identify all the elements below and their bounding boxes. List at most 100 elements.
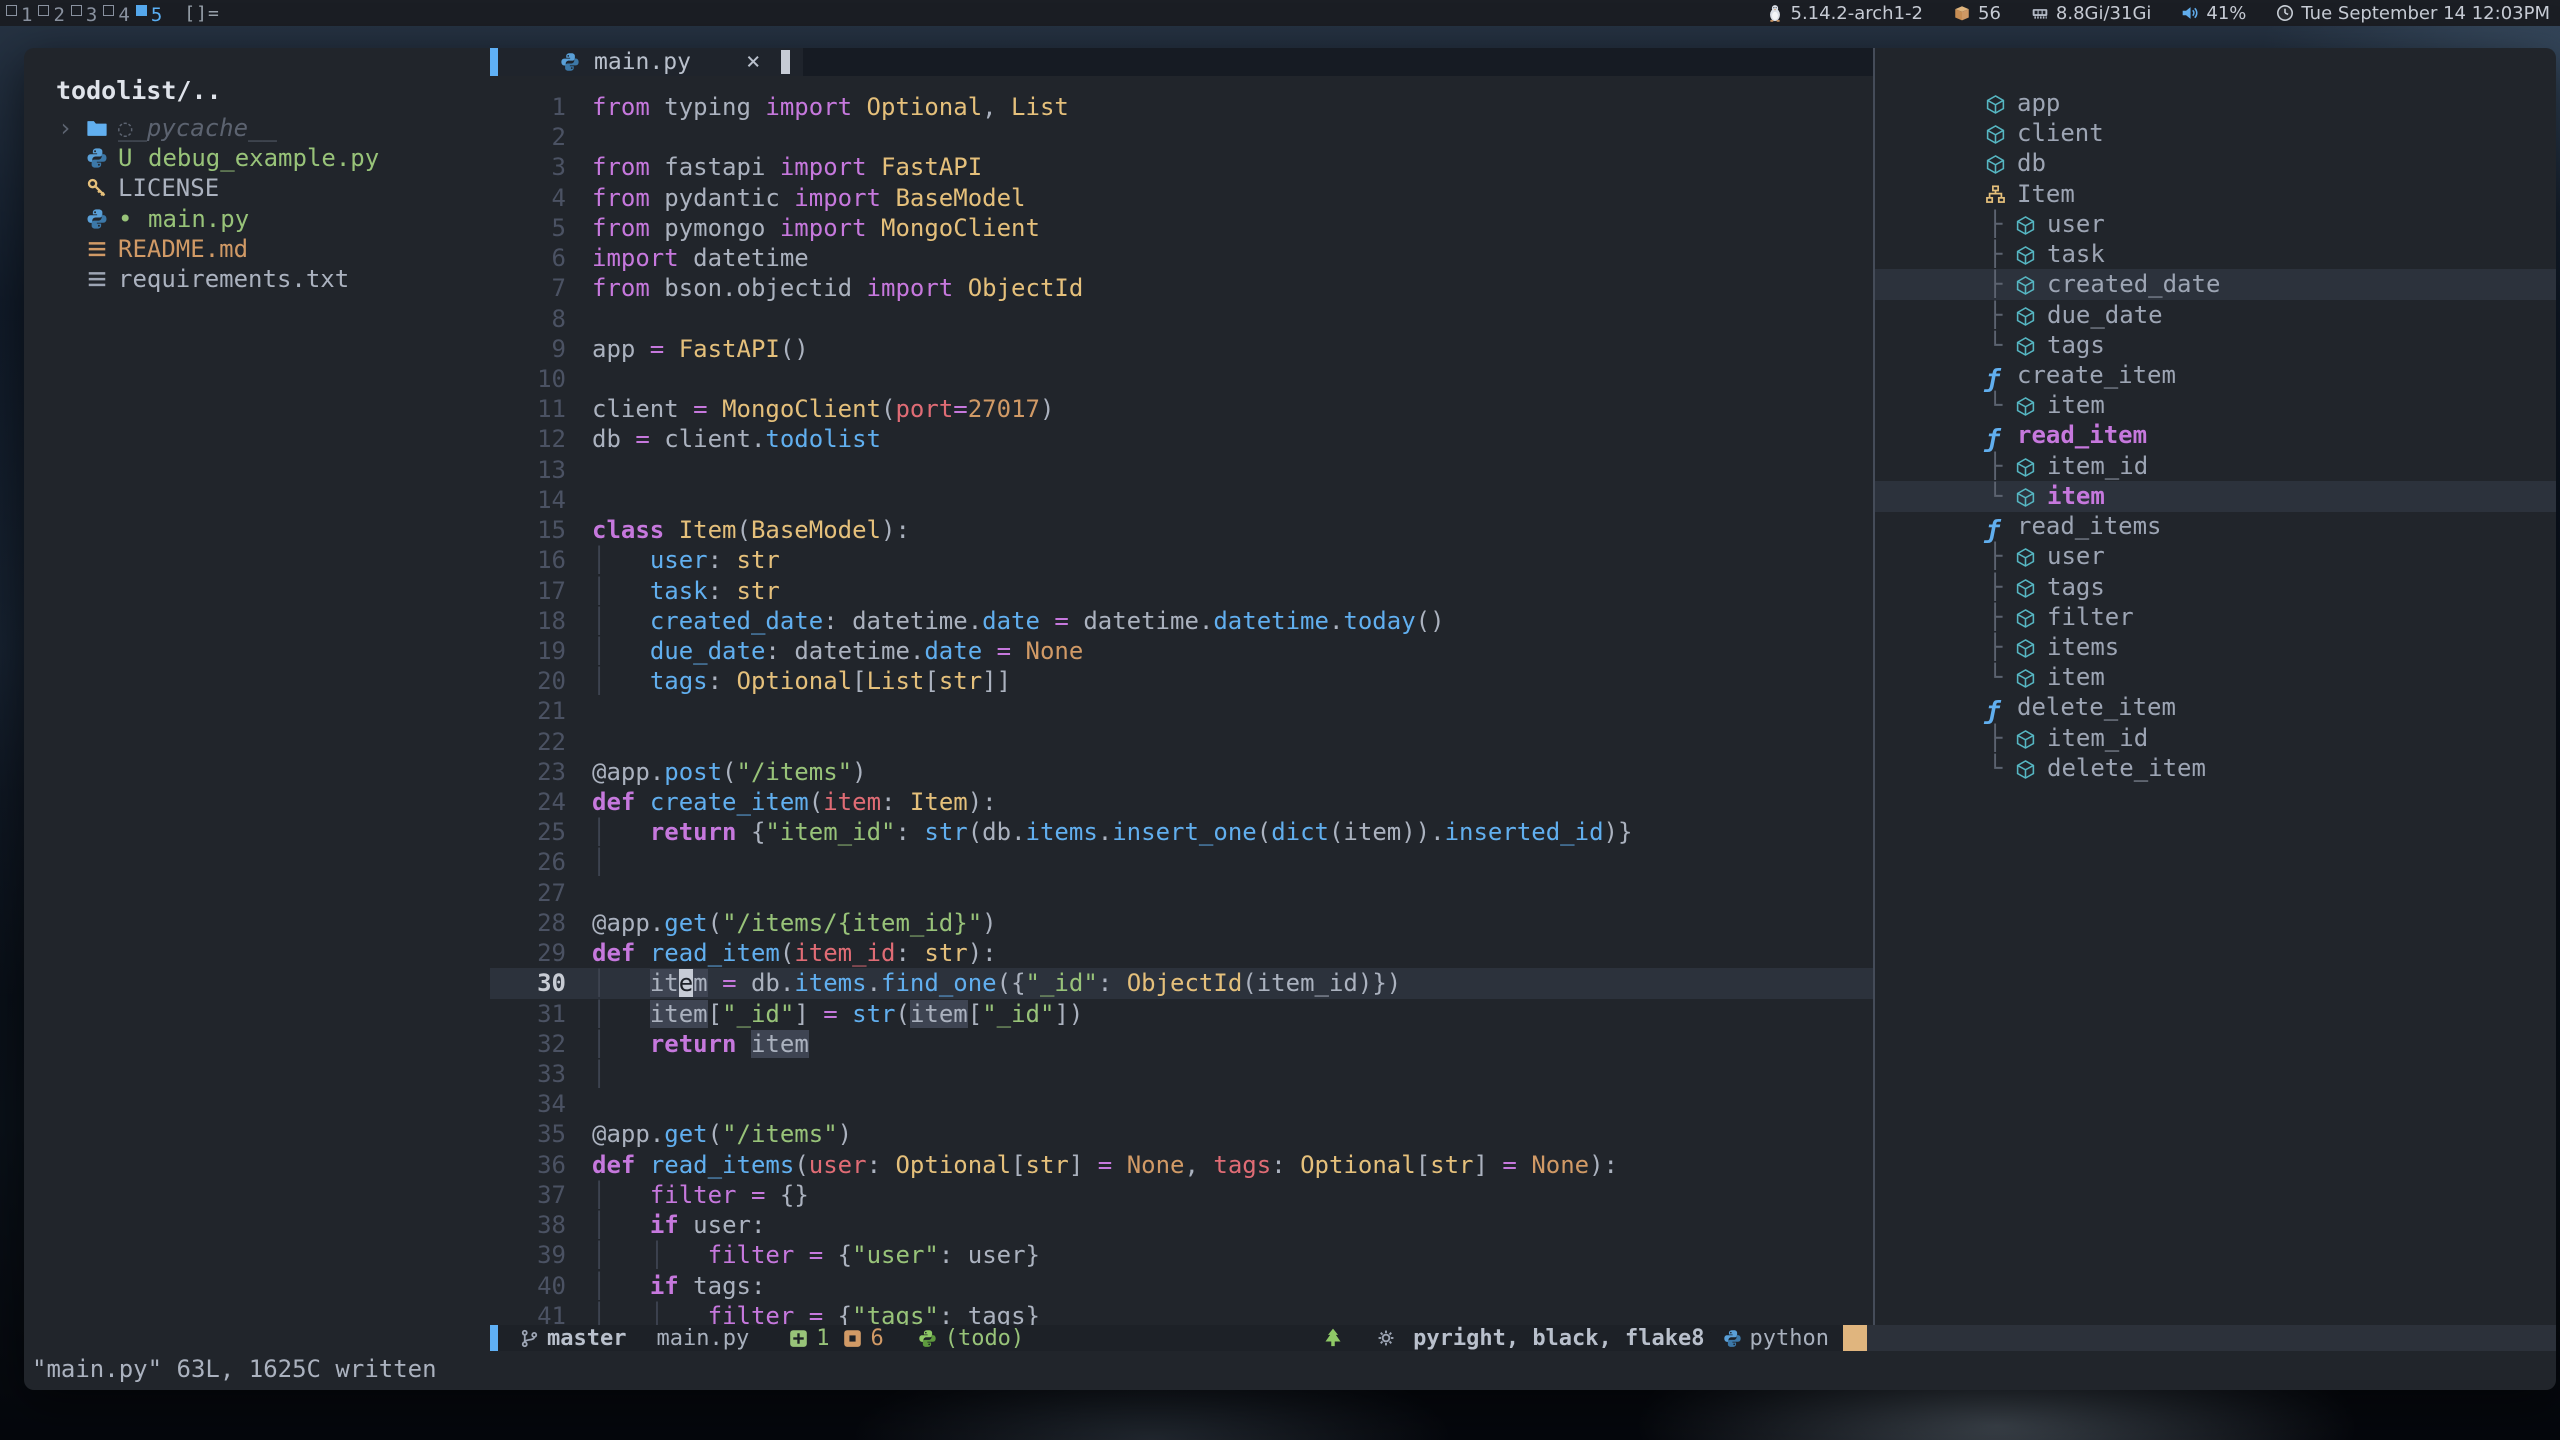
git-branch-icon	[520, 1329, 539, 1348]
symbol-item[interactable]: └item	[1875, 662, 2556, 693]
code-line-41[interactable]: 41│ │ filter = {"tags": tags}	[490, 1301, 1873, 1325]
command-line[interactable]: "main.py" 63L, 1625C written	[24, 1351, 2556, 1390]
symbol-Item[interactable]: Item	[1875, 179, 2556, 210]
symbol-task[interactable]: ├task	[1875, 239, 2556, 270]
symbol-read_item[interactable]: ƒread_item	[1875, 420, 2556, 451]
file-tree-item-license[interactable]: LICENSE	[24, 173, 490, 204]
code-line-7[interactable]: 7from bson.objectid import ObjectId	[490, 273, 1873, 303]
code-line-34[interactable]: 34	[490, 1089, 1873, 1119]
workspace-4[interactable]: 4	[103, 3, 129, 27]
code-line-5[interactable]: 5from pymongo import MongoClient	[490, 213, 1873, 243]
line-number: 18	[490, 606, 566, 636]
code-line-26[interactable]: 26│	[490, 847, 1873, 877]
symbol-delete_item[interactable]: ƒdelete_item	[1875, 692, 2556, 723]
symbol-db[interactable]: db	[1875, 148, 2556, 179]
symbol-item[interactable]: └item	[1875, 481, 2556, 512]
code-line-21[interactable]: 21	[490, 696, 1873, 726]
code-line-28[interactable]: 28@app.get("/items/{item_id}")	[490, 908, 1873, 938]
workspace-1[interactable]: 1	[6, 3, 32, 27]
symbols-outline-panel[interactable]: appclientdbItem├user├task├created_date├d…	[1875, 48, 2556, 1325]
symbol-create_item[interactable]: ƒcreate_item	[1875, 360, 2556, 391]
file-explorer[interactable]: todolist/.. ›◌__pycache__ Udebug_example…	[24, 48, 490, 1325]
file-tree-item--pycache-[interactable]: ›◌__pycache__	[24, 113, 490, 144]
line-number: 22	[490, 727, 566, 757]
git-status-prefix: •	[118, 204, 132, 234]
symbol-delete_item[interactable]: └delete_item	[1875, 753, 2556, 784]
tab-main-py[interactable]: main.py ×	[498, 48, 803, 76]
code-line-23[interactable]: 23@app.post("/items")	[490, 757, 1873, 787]
code-line-32[interactable]: 32 │ return item	[490, 1029, 1873, 1059]
symbol-created_date[interactable]: ├created_date	[1875, 269, 2556, 300]
code-line-2[interactable]: 2	[490, 122, 1873, 152]
line-number: 29	[490, 938, 566, 968]
code-line-13[interactable]: 13	[490, 455, 1873, 485]
symbol-app[interactable]: app	[1875, 88, 2556, 119]
code-line-22[interactable]: 22	[490, 727, 1873, 757]
chevron-right-icon[interactable]: ›	[58, 113, 72, 143]
code-line-31[interactable]: 31│ item["_id"] = str(item["_id"])	[490, 999, 1873, 1029]
code-line-39[interactable]: 39│ │ filter = {"user": user}	[490, 1240, 1873, 1270]
code-line-35[interactable]: 35@app.get("/items")	[490, 1119, 1873, 1149]
code-line-18[interactable]: 18 │ created_date: datetime.date = dateti…	[490, 606, 1873, 636]
code-line-3[interactable]: 3from fastapi import FastAPI	[490, 152, 1873, 182]
code-line-19[interactable]: 19│ due_date: datetime.date = None	[490, 636, 1873, 666]
code-line-6[interactable]: 6import datetime	[490, 243, 1873, 273]
line-number: 6	[490, 243, 566, 273]
workspace-3[interactable]: 3	[71, 3, 97, 27]
symbol-due_date[interactable]: ├due_date	[1875, 300, 2556, 331]
code-line-4[interactable]: 4from pydantic import BaseModel	[490, 183, 1873, 213]
workspace-5[interactable]: 5	[136, 3, 162, 27]
code-line-33[interactable]: 33│	[490, 1059, 1873, 1089]
line-text: │ task: str	[592, 576, 780, 606]
code-line-20[interactable]: 20│ tags: Optional[List[str]]	[490, 666, 1873, 696]
code-line-40[interactable]: 40│ if tags:	[490, 1271, 1873, 1301]
code-line-11[interactable]: 11client = MongoClient(port=27017)	[490, 394, 1873, 424]
workspace-2[interactable]: 2	[38, 3, 64, 27]
code-line-37[interactable]: 37│ filter = {}	[490, 1180, 1873, 1210]
line-number: 32	[490, 1029, 566, 1059]
code-line-36[interactable]: 36def read_items(user: Optional[str] = N…	[490, 1150, 1873, 1180]
symbol-tags[interactable]: ├tags	[1875, 572, 2556, 603]
symbol-item[interactable]: └item	[1875, 390, 2556, 421]
code-line-8[interactable]: 8	[490, 304, 1873, 334]
file-tree-item-readme-md[interactable]: README.md	[24, 234, 490, 265]
line-text: │ return item	[592, 1029, 809, 1059]
code-line-1[interactable]: 1from typing import Optional, List	[490, 92, 1873, 122]
text-file-icon	[86, 267, 108, 297]
symbol-items[interactable]: ├items	[1875, 632, 2556, 663]
file-name: README.md	[118, 234, 248, 264]
active-tab-indicator	[490, 48, 498, 76]
symbol-item_id[interactable]: ├item_id	[1875, 723, 2556, 754]
symbol-user[interactable]: ├user	[1875, 541, 2556, 572]
code-line-15[interactable]: 15class Item(BaseModel):	[490, 515, 1873, 545]
file-tree-item-main-py[interactable]: •main.py	[24, 204, 490, 235]
code-line-25[interactable]: 25│ return {"item_id": str(db.items.inse…	[490, 817, 1873, 847]
code-line-38[interactable]: 38│ if user:	[490, 1210, 1873, 1240]
code-editor[interactable]: 1from typing import Optional, List23from…	[490, 76, 1873, 1325]
statusline-filename: main.py	[656, 1326, 749, 1351]
code-line-27[interactable]: 27	[490, 878, 1873, 908]
symbol-label: Item	[2017, 179, 2075, 209]
line-text: │ created_date: datetime.date = datetime…	[592, 606, 1445, 636]
code-line-16[interactable]: 16│ user: str	[490, 545, 1873, 575]
symbol-filter[interactable]: ├filter	[1875, 602, 2556, 633]
code-line-17[interactable]: 17│ task: str	[490, 576, 1873, 606]
symbol-item_id[interactable]: ├item_id	[1875, 451, 2556, 482]
symbol-tags[interactable]: └tags	[1875, 330, 2556, 361]
code-line-9[interactable]: 9app = FastAPI()	[490, 334, 1873, 364]
code-line-12[interactable]: 12db = client.todolist	[490, 424, 1873, 454]
status-segment: 56	[1953, 3, 2001, 24]
file-tree-item-debug-example-py[interactable]: Udebug_example.py	[24, 143, 490, 174]
code-line-14[interactable]: 14	[490, 485, 1873, 515]
code-line-10[interactable]: 10	[490, 364, 1873, 394]
code-line-29[interactable]: 29def read_item(item_id: str):	[490, 938, 1873, 968]
code-line-30[interactable]: 30│ item = db.items.find_one({"_id": Obj…	[490, 968, 1873, 998]
file-tree-item-requirements-txt[interactable]: requirements.txt	[24, 264, 490, 295]
line-number: 5	[490, 213, 566, 243]
tab-close-icon[interactable]: ×	[746, 48, 760, 74]
code-line-24[interactable]: 24def create_item(item: Item):	[490, 787, 1873, 817]
line-number: 7	[490, 273, 566, 303]
symbol-read_items[interactable]: ƒread_items	[1875, 511, 2556, 542]
symbol-user[interactable]: ├user	[1875, 209, 2556, 240]
symbol-client[interactable]: client	[1875, 118, 2556, 149]
